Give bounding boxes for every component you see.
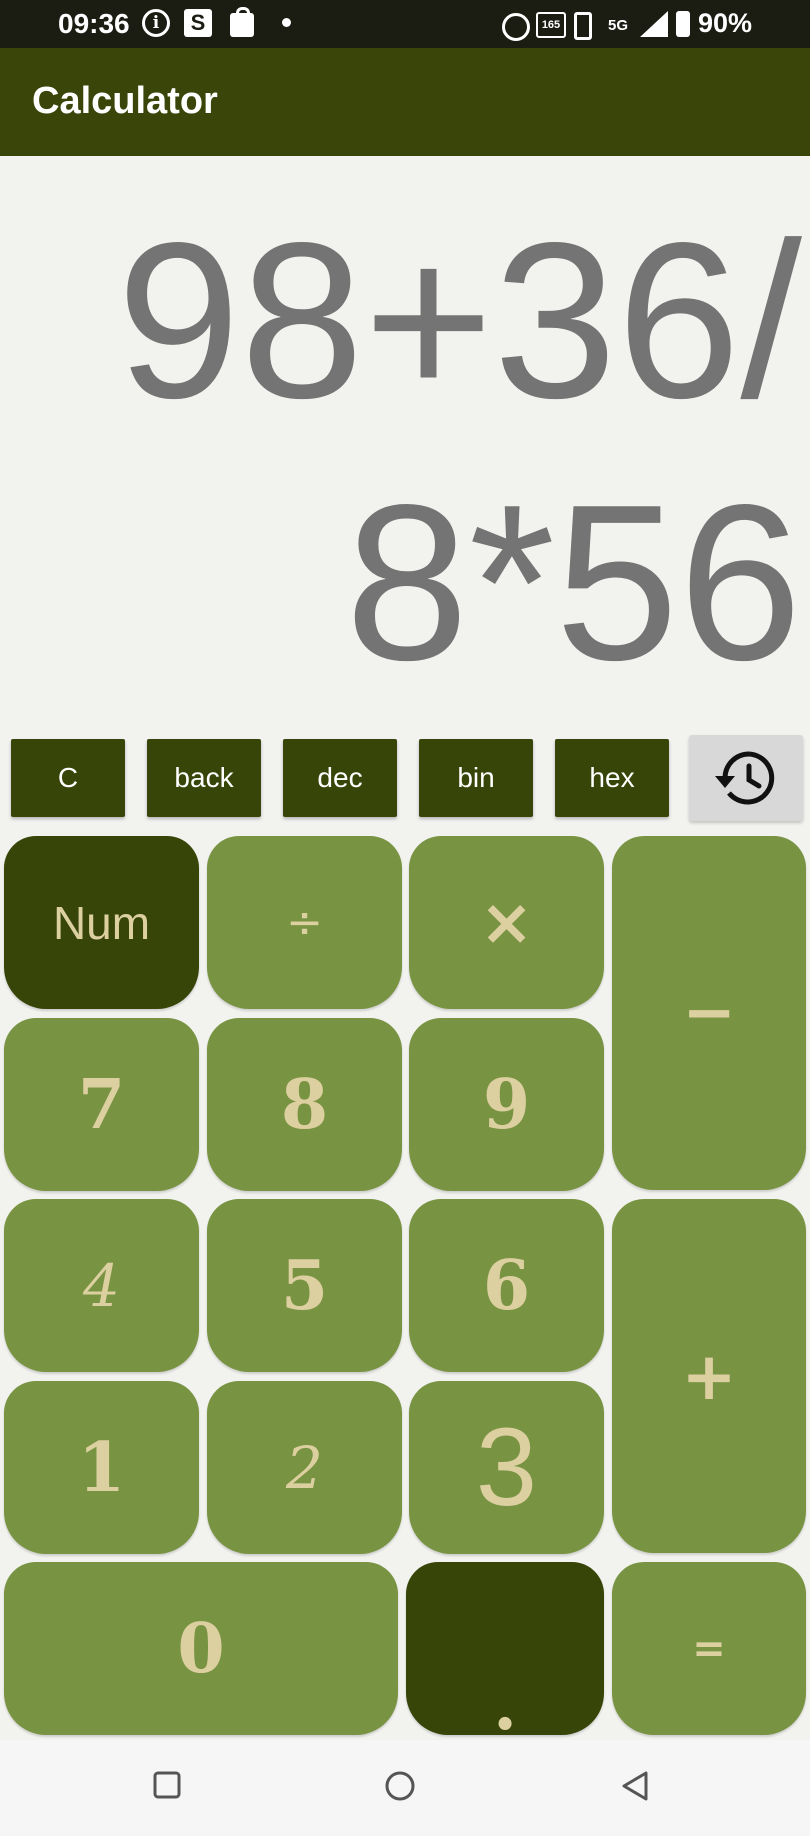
digit-4-label: 4 [83,1251,120,1320]
status-bar: 09:36 i S 165 5G 90% [0,0,810,48]
plus-button[interactable]: + [612,1199,806,1553]
minus-button[interactable]: − [612,836,806,1190]
info-icon: i [142,9,170,37]
app-title: Calculator [32,80,218,122]
digit-5-button[interactable]: 5 [207,1199,402,1372]
dot-label: . [492,1663,518,1746]
history-button[interactable] [689,735,803,821]
digit-8-button[interactable]: 8 [207,1018,402,1191]
notification-dot-icon [282,18,291,27]
network-type: 5G [608,16,629,34]
multiply-button[interactable]: × [409,836,604,1009]
clear-button[interactable]: C [11,739,125,817]
vibrate-icon [574,12,592,40]
equals-label: = [692,1625,726,1672]
divide-button[interactable]: ÷ [207,836,402,1009]
plus-label: + [681,1337,737,1415]
battery-percent: 90% [697,8,752,38]
refresh-rate-icon: 165 [536,12,566,38]
s-app-icon: S [184,9,212,37]
digit-3-button[interactable]: 3 [409,1381,604,1554]
hex-mode-button[interactable]: hex [555,739,669,817]
expression-display: 98+36/8*56 [116,197,802,707]
history-icon [715,751,775,805]
app-bar: Calculator [0,48,810,156]
battery-icon [676,11,690,37]
decimal-mode-button[interactable]: dec [283,739,397,817]
multiply-label: × [479,885,534,960]
system-navigation-bar [0,1740,810,1836]
shopping-bag-icon [230,7,254,37]
binary-mode-button[interactable]: bin [419,739,533,817]
digit-0-button[interactable]: 0 [4,1562,398,1735]
home-icon[interactable] [384,1770,416,1802]
digit-2-button[interactable]: 2 [207,1381,402,1554]
minus-label: − [682,976,736,1050]
divide-label: ÷ [286,897,323,948]
back-icon[interactable] [620,1770,650,1802]
signal-icon [640,11,668,37]
digit-4-button[interactable]: 4 [4,1199,199,1372]
digit-9-button[interactable]: 9 [409,1018,604,1191]
dot-button[interactable]: . [406,1562,604,1746]
backspace-button[interactable]: back [147,739,261,817]
equals-button[interactable]: = [612,1562,806,1735]
status-time: 09:36 [58,8,130,39]
num-button[interactable]: Num [4,836,199,1009]
alarm-icon [502,13,530,41]
digit-3-label: 3 [475,1406,538,1529]
digit-6-button[interactable]: 6 [409,1199,604,1372]
digit-2-label: 2 [286,1433,323,1502]
digit-1-button[interactable]: 1 [4,1381,199,1554]
digit-7-button[interactable]: 7 [4,1018,199,1191]
recents-icon[interactable] [152,1770,182,1800]
